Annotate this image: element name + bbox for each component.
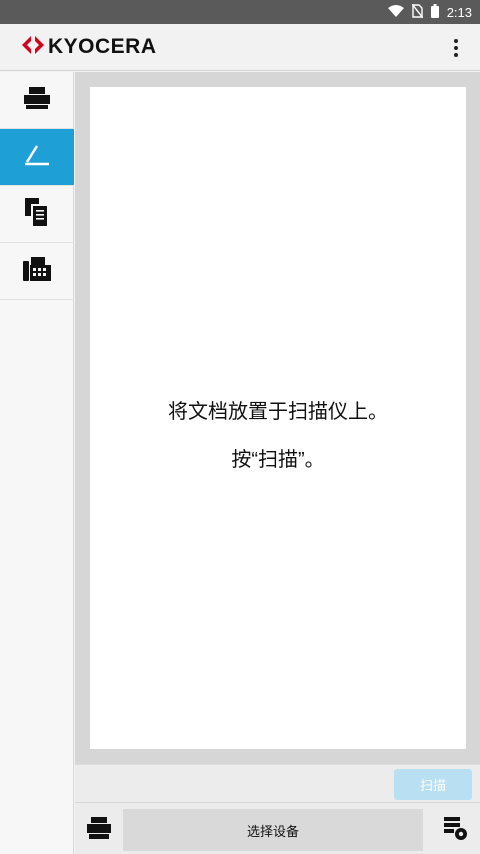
battery-icon [430,3,439,21]
scan-preview: 将文档放置于扫描仪上。 按“扫描”。 [90,87,466,749]
kyocera-logo-icon [22,33,44,61]
sidebar [0,72,74,854]
status-time: 2:13 [446,4,472,20]
wifi-icon [387,4,404,20]
instruction-line-1: 将文档放置于扫描仪上。 [168,401,388,423]
main-area: 将文档放置于扫描仪上。 按“扫描”。 [75,72,480,764]
device-bar: 选择设备 [75,802,480,854]
sidebar-item-copy[interactable] [0,186,74,243]
instruction-line-2: 按“扫描”。 [231,449,325,471]
printer-icon [87,817,111,844]
printer-icon [24,86,50,114]
copy-icon [25,197,49,231]
scanner-icon [23,144,51,171]
overflow-menu-icon[interactable] [444,34,468,62]
app-bar: KYOCERA [0,24,480,71]
action-row: 扫描 [75,764,480,802]
kyocera-logo: KYOCERA [22,33,157,61]
status-bar: 2:13 [0,0,480,24]
status-icons: 2:13 [387,0,472,24]
sidebar-item-print[interactable] [0,72,74,129]
fax-icon [23,256,51,286]
sidebar-item-fax[interactable] [0,243,74,300]
scan-button[interactable]: 扫描 [394,769,472,800]
select-device-button[interactable]: 选择设备 [123,809,423,851]
no-sim-icon [411,3,424,21]
sidebar-item-scan[interactable] [0,129,74,186]
device-settings-icon[interactable] [444,817,468,846]
logo-text: KYOCERA [48,35,157,58]
